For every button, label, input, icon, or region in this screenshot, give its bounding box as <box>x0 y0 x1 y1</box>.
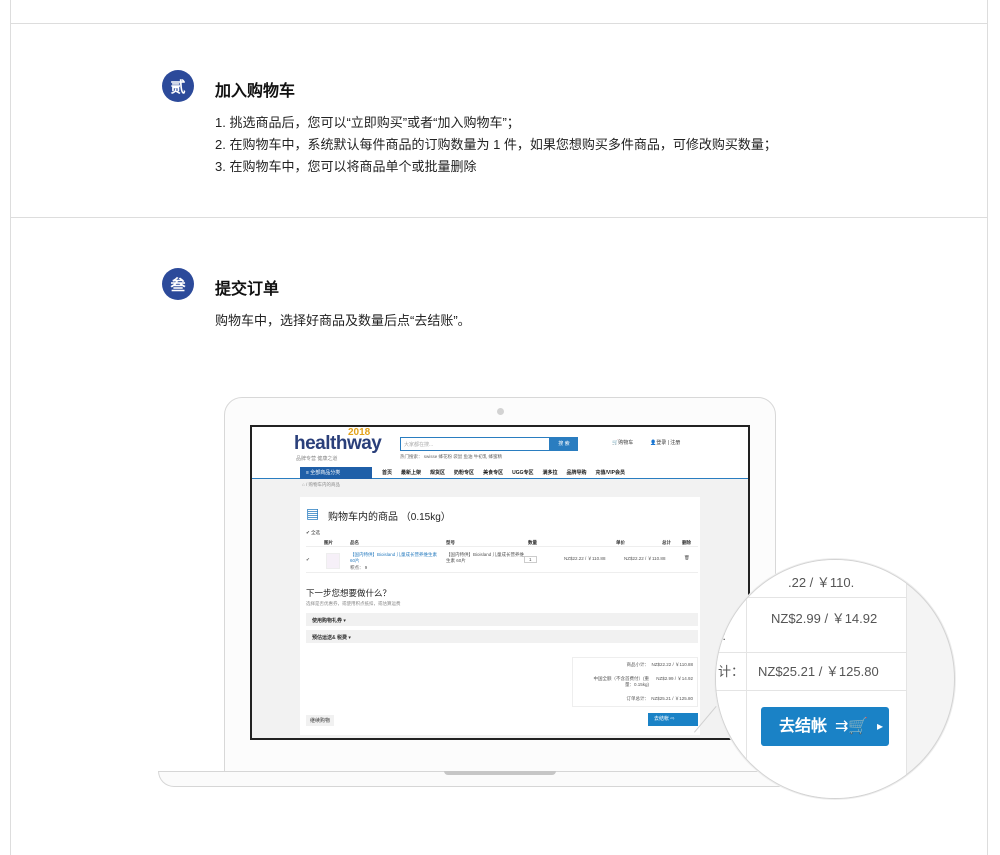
row-total: NZ$22.22 / ￥110.88 <box>624 556 666 561</box>
step-3-line: 购物车中，选择好商品及数量后点“去结账”。 <box>215 313 471 328</box>
select-all-checkbox[interactable]: ✔ 全选 <box>306 530 320 536</box>
step-2-line-2: 2. 在购物车中，系统默认每件商品的订购数量为 1 件，如果您想购买多件商品，可… <box>215 137 777 152</box>
nav-item[interactable]: UGG专区 <box>512 467 533 479</box>
zoom-divider <box>746 560 747 798</box>
nav-item[interactable]: 品牌导购 <box>566 467 586 479</box>
checkout-button[interactable]: 去结帐 ⇉🛒 ▸ <box>761 707 889 746</box>
laptop-notch <box>444 771 556 775</box>
checkout-label: 去结帐 <box>779 718 828 735</box>
step-3-badge: 叁 <box>162 268 194 300</box>
step-2-badge: 贰 <box>162 70 194 102</box>
col-name: 品名 <box>350 540 359 545</box>
cart-card: ▤ 购物车内的商品 （0.15kg） ✔ 全选 图片 品名 型号 数量 单价 总… <box>300 497 700 735</box>
header-cart-label: 购物车 <box>618 440 634 446</box>
total-value: NZ$25.21 / ￥125.80 <box>651 696 693 701</box>
search-input[interactable]: 大家都在搜... <box>400 437 550 451</box>
step-2-title: 加入购物车 <box>215 83 296 100</box>
nav-item[interactable]: 满多拉 <box>542 467 557 479</box>
product-points: 积点： 9 <box>350 565 368 570</box>
cart-table-header: 图片 品名 型号 数量 单价 总计 删除 <box>306 539 698 547</box>
step-2-line-1: 1. 挑选商品后，您可以“立即购买”或者“加入购物车”； <box>215 115 520 130</box>
header-cart-link[interactable]: 🛒购物车 <box>612 439 633 446</box>
zoom-divider <box>716 597 906 598</box>
zoom-divider <box>716 690 906 691</box>
nav-item[interactable]: 规货区 <box>430 467 445 479</box>
subtotal-value: NZ$22.22 / ￥110.88 <box>651 662 693 667</box>
step-2-line-3: 3. 在购物车中，您可以将商品单个或批量删除 <box>215 159 477 174</box>
zoom-divider <box>716 652 906 653</box>
product-model: 【国内特供】Bioisland 儿童成长营养维生素 60片 <box>446 552 525 563</box>
next-step-subtitle: 选择是否优惠券，或使用积点抵扣，或估算运费 <box>306 601 401 606</box>
product-thumbnail[interactable] <box>326 553 340 569</box>
cart-icon: ⇉🛒 <box>835 718 869 735</box>
product-name-link[interactable]: 【国内特供】Bioisland 儿童成长营养维生素 60片 <box>350 552 440 564</box>
zoom-subtotal-partial: .22 / ￥110. <box>788 575 855 590</box>
nav-all-categories[interactable]: ≡ 全部商品分类 <box>300 467 372 479</box>
subtotal-label: 商品小计： <box>626 662 650 667</box>
nav-items: 首页 最新上架 规货区 奶粉专区 美食专区 UGG专区 满多拉 品牌导购 充值/… <box>382 467 625 479</box>
col-price: 单价 <box>616 540 625 545</box>
divider <box>10 217 988 218</box>
order-summary: 商品小计： NZ$22.22 / ￥110.88 中国全额（不含首费付）(重量：… <box>572 657 698 707</box>
zoom-shipping-value: NZ$2.99 / ￥14.92 <box>771 611 878 626</box>
cart-basket-icon: ▤ <box>306 505 320 521</box>
coupon-accordion[interactable]: 使用购物礼券 ▾ <box>306 613 698 626</box>
unit-price: NZ$22.22 / ￥110.88 <box>564 556 606 561</box>
zoom-total-value: NZ$25.21 / ￥125.80 <box>758 664 879 679</box>
quantity-stepper[interactable]: 1 <box>524 556 537 563</box>
zoom-total-label: 计： <box>718 664 745 679</box>
cart-title: 购物车内的商品 （0.15kg） <box>328 512 451 523</box>
laptop-screen: healthway 2018 品牌专营 健康之道 大家都在搜... 搜 索 热门… <box>250 425 750 740</box>
shipping-label: 中国全额（不含首费付）(重量：0.15kg) <box>593 676 650 687</box>
zoom-divider <box>906 560 907 798</box>
trash-icon[interactable]: 🗑 <box>684 555 690 561</box>
nav-item[interactable]: 最新上架 <box>401 467 421 479</box>
logo-subtitle: 品牌专营 健康之道 <box>296 456 338 462</box>
step-3-title: 提交订单 <box>215 281 280 298</box>
nav-item[interactable]: 美食专区 <box>483 467 503 479</box>
shipping-value: NZ$2.99 / ￥14.92 <box>656 676 693 681</box>
magnifier-zoom: .22 / ￥110. NZ$2.99 / ￥14.92 ): 计： NZ$25… <box>715 559 955 799</box>
zoom-shipping-label: ): <box>718 628 726 643</box>
col-delete: 删除 <box>682 540 691 545</box>
divider <box>10 23 988 24</box>
row-checkbox[interactable]: ✔ <box>306 557 310 563</box>
site-nav: ≡ 全部商品分类 首页 最新上架 规货区 奶粉专区 美食专区 UGG专区 满多拉… <box>252 467 748 479</box>
arrow-right-icon: ▸ <box>876 719 883 733</box>
col-image: 图片 <box>324 540 333 545</box>
col-qty: 数量 <box>528 540 537 545</box>
next-step-title: 下一步您想要做什么？ <box>306 588 392 598</box>
nav-item[interactable]: 奶粉专区 <box>454 467 474 479</box>
search-button[interactable]: 搜 索 <box>550 437 578 451</box>
nav-item[interactable]: 充值/VIP会员 <box>596 467 625 479</box>
hot-search-links[interactable]: 热门搜索： swisse 蜂花粉 袋鼠 鱼油 牛初乳 蜂蜜精 <box>400 454 502 460</box>
laptop-camera <box>497 408 504 415</box>
col-total: 总计 <box>662 540 671 545</box>
site-header: healthway 2018 品牌专营 健康之道 大家都在搜... 搜 索 热门… <box>252 427 748 467</box>
table-row: ✔ 【国内特供】Bioisland 儿童成长营养维生素 60片 积点： 9 【国… <box>306 549 698 573</box>
col-model: 型号 <box>446 540 455 545</box>
header-login-link[interactable]: 👤登录 | 注册 <box>650 439 680 446</box>
logo-year: 2018 <box>348 427 371 438</box>
nav-item[interactable]: 首页 <box>382 467 392 479</box>
shipping-estimate-accordion[interactable]: 预估运送& 税费 ▾ <box>306 630 698 643</box>
checkout-button-small[interactable]: 去结帐 ⇨ <box>648 713 698 726</box>
total-label: 订单总计： <box>626 696 650 701</box>
header-login-label: 登录 | 注册 <box>656 440 681 446</box>
breadcrumb[interactable]: ⌂ / 购物车内的商品 <box>302 482 340 488</box>
continue-shopping-button[interactable]: 继续购物 <box>306 715 335 726</box>
